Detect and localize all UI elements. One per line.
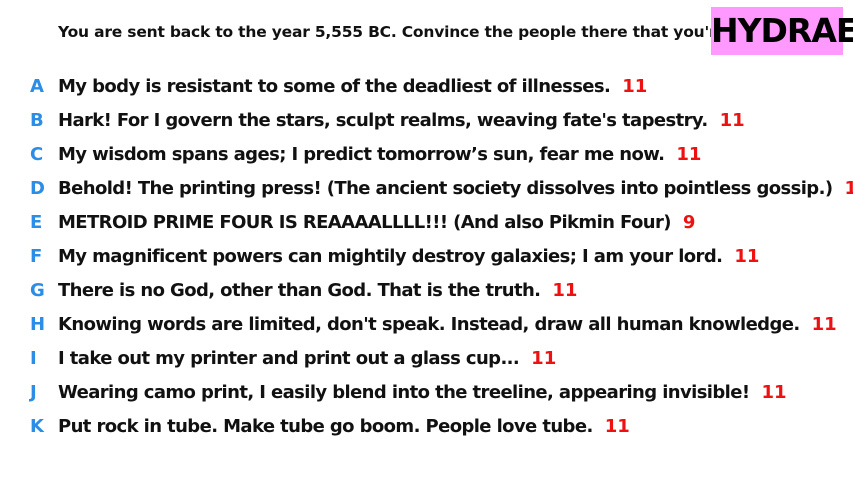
answer-row-c: C My wisdom spans ages; I predict tomorr… <box>0 138 853 172</box>
answer-line: My magnificent powers can mightily destr… <box>58 240 759 274</box>
answer-letter: B <box>30 110 44 131</box>
answer-score: 11 <box>622 76 648 97</box>
prompt-text: You are sent back to the year 5,555 BC. … <box>58 23 786 41</box>
answer-row-g: G There is no God, other than God. That … <box>0 274 853 308</box>
answer-line: I take out my printer and print out a gl… <box>58 342 556 376</box>
answer-text: Knowing words are limited, don't speak. … <box>58 314 800 335</box>
answer-letter: E <box>30 212 43 233</box>
answer-score: 11 <box>844 178 853 199</box>
answer-row-i: I I take out my printer and print out a … <box>0 342 853 376</box>
answer-row-a: A My body is resistant to some of the de… <box>0 70 853 104</box>
answer-text: There is no God, other than God. That is… <box>58 280 541 301</box>
answer-text: My body is resistant to some of the dead… <box>58 76 611 97</box>
answer-letter: A <box>30 76 44 97</box>
answer-line: There is no God, other than God. That is… <box>58 274 577 308</box>
answer-score: 11 <box>719 110 745 131</box>
answer-score: 11 <box>734 246 760 267</box>
answer-letter: H <box>30 314 46 335</box>
answer-score: 9 <box>682 212 696 233</box>
answer-line: METROID PRIME FOUR IS REAAAALLLL!!! (And… <box>58 206 695 240</box>
answer-text: I take out my printer and print out a gl… <box>58 348 520 369</box>
answer-row-k: K Put rock in tube. Make tube go boom. P… <box>0 410 853 444</box>
answer-score: 11 <box>761 382 787 403</box>
answer-letter: K <box>30 416 44 437</box>
answer-row-e: E METROID PRIME FOUR IS REAAAALLLL!!! (A… <box>0 206 853 240</box>
answer-letter: F <box>30 246 43 267</box>
brand-logo: HYDRAE <box>711 7 853 55</box>
answer-row-j: J Wearing camo print, I easily blend int… <box>0 376 853 410</box>
answer-score: 11 <box>676 144 702 165</box>
answer-row-f: F My magnificent powers can mightily des… <box>0 240 853 274</box>
answer-text: My magnificent powers can mightily destr… <box>58 246 723 267</box>
answer-line: Put rock in tube. Make tube go boom. Peo… <box>58 410 630 444</box>
answer-text: Wearing camo print, I easily blend into … <box>58 382 750 403</box>
answer-text: Put rock in tube. Make tube go boom. Peo… <box>58 416 593 437</box>
answer-letter: G <box>30 280 45 301</box>
answer-row-b: B Hark! For I govern the stars, sculpt r… <box>0 104 853 138</box>
answer-score: 11 <box>531 348 557 369</box>
answer-text: METROID PRIME FOUR IS REAAAALLLL!!! (And… <box>58 212 671 233</box>
answer-letter: D <box>30 178 45 199</box>
answer-row-d: D Behold! The printing press! (The ancie… <box>0 172 853 206</box>
answer-line: Hark! For I govern the stars, sculpt rea… <box>58 104 745 138</box>
answer-score: 11 <box>811 314 837 335</box>
answer-text: My wisdom spans ages; I predict tomorrow… <box>58 144 665 165</box>
answer-line: My wisdom spans ages; I predict tomorrow… <box>58 138 701 172</box>
answer-line: Behold! The printing press! (The ancient… <box>58 172 853 206</box>
answer-score: 11 <box>604 416 630 437</box>
answer-line: Knowing words are limited, don't speak. … <box>58 308 837 342</box>
answer-letter: J <box>30 382 37 403</box>
answer-letter: C <box>30 144 44 165</box>
answer-letter: I <box>30 348 37 369</box>
answer-list: A My body is resistant to some of the de… <box>0 70 853 444</box>
answer-row-h: H Knowing words are limited, don't speak… <box>0 308 853 342</box>
answer-line: My body is resistant to some of the dead… <box>58 70 647 104</box>
answer-text: Behold! The printing press! (The ancient… <box>58 178 833 199</box>
answer-line: Wearing camo print, I easily blend into … <box>58 376 787 410</box>
answer-score: 11 <box>552 280 578 301</box>
answer-text: Hark! For I govern the stars, sculpt rea… <box>58 110 708 131</box>
